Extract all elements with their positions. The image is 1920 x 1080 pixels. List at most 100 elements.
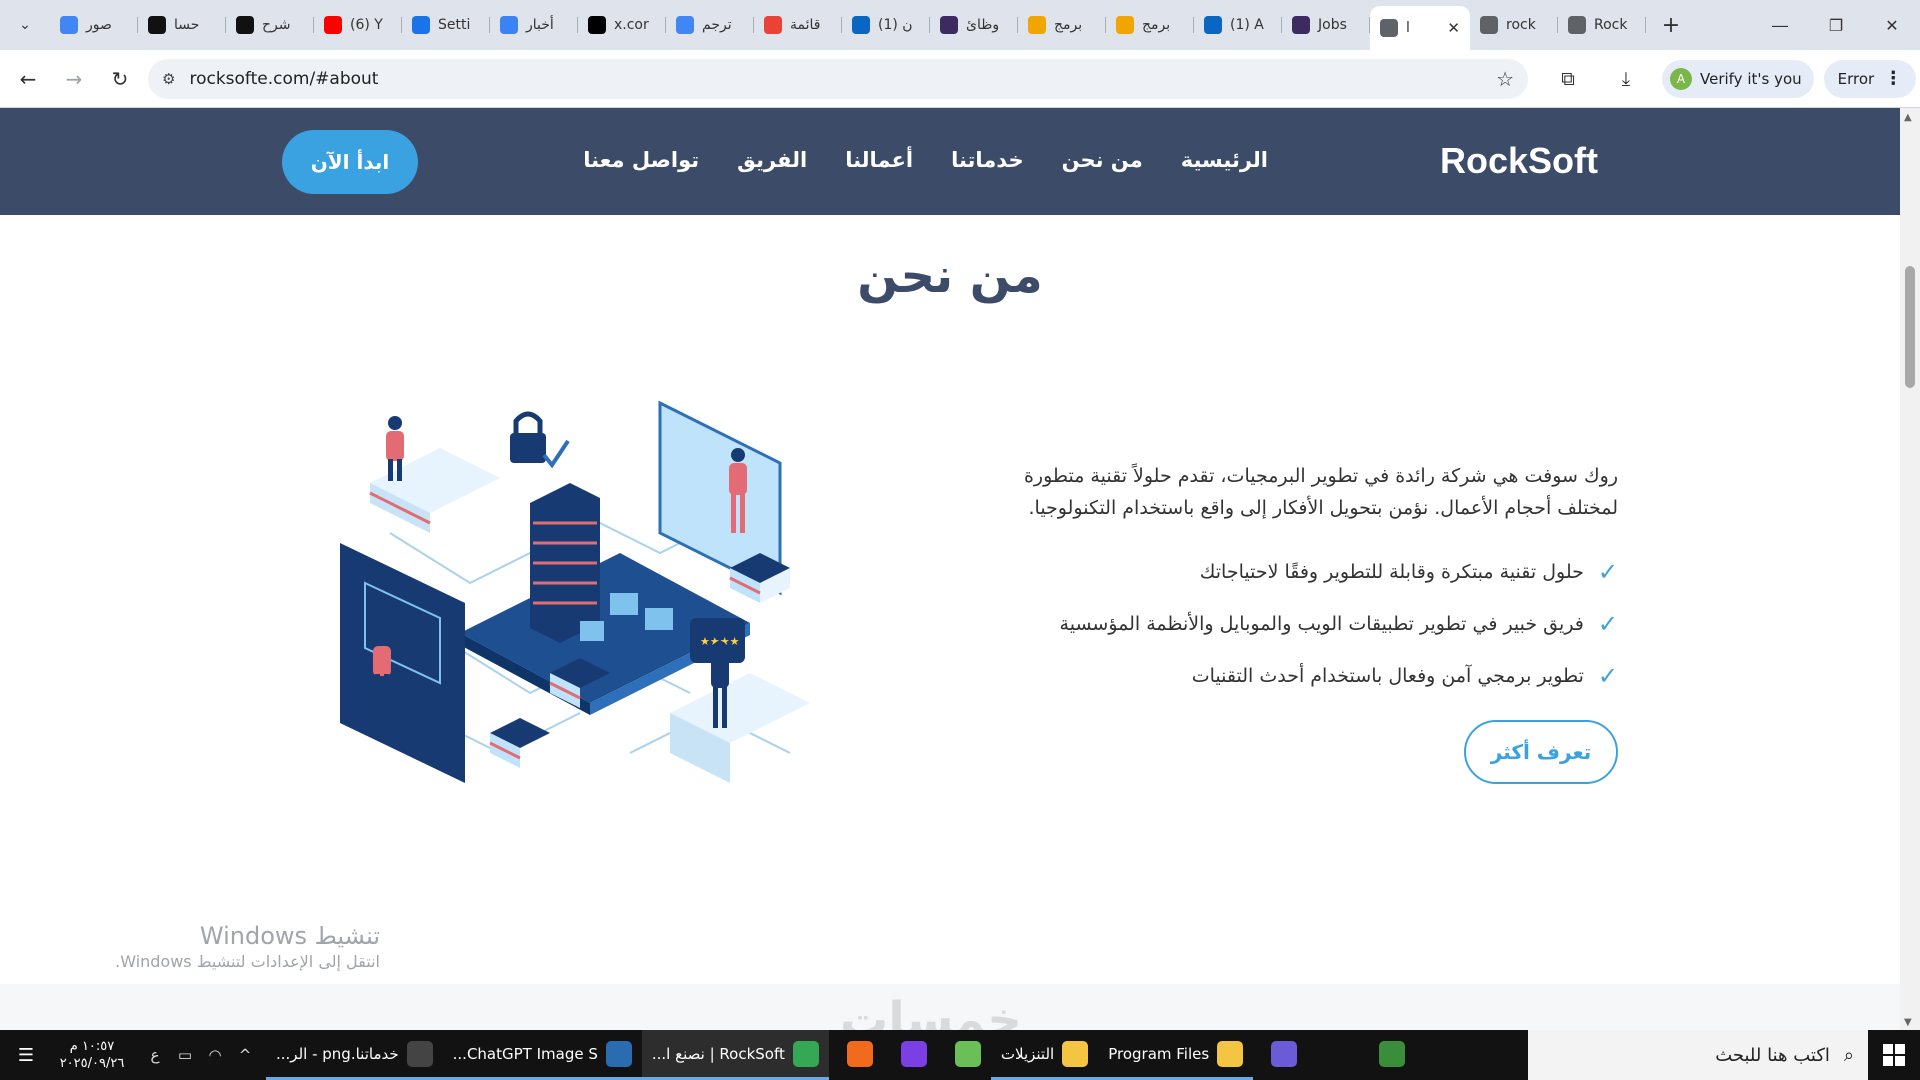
menu-item-about[interactable]: من نحن [1062,148,1143,172]
taskbar-app[interactable] [1307,1030,1361,1080]
tab-list: صور حسا شرح (6) Y Setti أخبار x.cor ترجم قائمة (1… [50,0,1646,50]
list-item: ✓ حلول تقنية مبتكرة وقابلة للتطوير وفقًا… [978,546,1618,598]
clock-time: ١٠:٥٧ م [69,1039,115,1054]
gmail-icon [764,16,782,34]
start-button[interactable] [1868,1030,1920,1080]
tab-label: حسا [174,17,200,33]
taskbar-app[interactable]: RockSoft | نصنع ا... [641,1030,829,1080]
tab-label: (1) ن [878,17,913,33]
list-item: ✓ تطوير برمجي آمن وفعال باستخدام أحدث ال… [978,650,1618,702]
page-scrollbar[interactable]: ▲ ▼ [1900,108,1920,1030]
scroll-up-arrow-icon[interactable]: ▲ [1904,112,1912,123]
reload-button[interactable]: ↻ [102,61,138,97]
minimize-button[interactable]: ― [1752,0,1808,50]
back-button[interactable]: ← [10,61,46,97]
input-language[interactable]: ع [140,1046,170,1064]
threads-icon [148,16,166,34]
error-menu-button[interactable]: Error ⋮ [1823,59,1917,98]
browser-tab[interactable]: (6) Y [314,7,402,43]
profile-verify-button[interactable]: A Verify it's you [1662,59,1814,98]
menu-item-home[interactable]: الرئيسية [1181,148,1268,172]
taskbar-app[interactable]: التنزيلات [990,1030,1099,1080]
menu-item-portfolio[interactable]: أعمالنا [845,148,913,172]
downloads-button[interactable]: ⤓ [1608,61,1644,97]
taskbar-app[interactable]: Program Files [1098,1030,1254,1080]
taskbar-app[interactable]: خدماتنا.png - الر... [266,1030,443,1080]
taskbar-app[interactable] [1253,1030,1307,1080]
browser-tab[interactable]: قائمة [754,7,842,43]
taskbar-app[interactable] [937,1030,991,1080]
taskbar-app[interactable]: ChatGPT Image S... [442,1030,642,1080]
taskbar-search[interactable]: ⌕ اكتب هنا للبحث [1528,1030,1868,1080]
tab-label: قائمة [790,17,821,33]
close-window-button[interactable]: ✕ [1864,0,1920,50]
tab-search-button[interactable]: ⌄ [8,8,42,42]
chevron-up-icon[interactable]: ^ [230,1046,260,1064]
forward-button[interactable]: → [56,61,92,97]
kebab-menu-icon: ⋮ [1884,68,1903,89]
tab-label: Setti [438,17,471,33]
browser-tab[interactable]: (1) ن [842,7,930,43]
browser-tab[interactable]: أخبار [490,7,578,43]
battery-icon[interactable]: ▭ [170,1046,200,1064]
browser-tab[interactable]: l ✕ [1370,6,1470,50]
clock[interactable]: ١٠:٥٧ م ٢٠٢٥/٠٩/٢٦ [44,1038,140,1072]
taskbar-app[interactable] [883,1030,937,1080]
menu-item-contact[interactable]: تواصل معنا [583,148,699,172]
taskbar-apps: خدماتنا.png - الر... ChatGPT Image S... Ro… [266,1030,1415,1080]
menu-item-services[interactable]: خدماتنا [951,148,1024,172]
chrome-icon [792,1040,819,1067]
browser-tab[interactable]: شرح [226,7,314,43]
search-placeholder: اكتب هنا للبحث [1715,1044,1830,1066]
taskbar-app[interactable] [1361,1030,1415,1080]
taskbar-app-label: خدماتنا.png - الر... [276,1044,399,1063]
taskbar-app-label: RockSoft | نصنع ا... [651,1044,785,1063]
start-now-button[interactable]: ابدأ الآن [282,130,418,194]
url-text[interactable]: rocksofte.com/#about [189,69,378,89]
browser-tab[interactable]: Rock [1558,7,1646,43]
menu-item-team[interactable]: الفريق [737,148,807,172]
address-bar[interactable]: ⚙ rocksofte.com/#about ☆ [148,58,1528,99]
notifications-icon[interactable]: ☰ [8,1045,44,1066]
site-navbar: RockSoft الرئيسية من نحن خدماتنا أعمالنا… [0,108,1900,215]
page-viewport: RockSoft الرئيسية من نحن خدماتنا أعمالنا… [0,108,1920,1030]
browser-tab[interactable]: (1) A [1194,7,1282,43]
site-logo[interactable]: RockSoft [1440,140,1598,182]
windows-taskbar: ☰ ١٠:٥٧ م ٢٠٢٥/٠٩/٢٦ ع ▭ ◠ ^ خدماتنا.png… [0,1030,1920,1080]
browser-tab[interactable]: rock [1470,7,1558,43]
paint-icon [406,1040,433,1067]
close-icon[interactable]: ✕ [1447,19,1460,37]
tab-label: (6) Y [350,17,383,33]
about-description: روك سوفت هي شركة رائدة في تطوير البرمجيا… [1023,465,1618,519]
browser-tab[interactable]: صور [50,7,138,43]
puzzle-icon: ⧉ [1561,67,1575,90]
learn-more-button[interactable]: تعرف أكثر [1464,720,1618,784]
taskbar-app[interactable] [829,1030,883,1080]
arrow-right-icon: → [65,66,83,91]
globe-icon [1568,16,1586,34]
settings-icon [412,16,430,34]
site-info-icon[interactable]: ⚙ [162,70,175,88]
check-icon: ✓ [1597,662,1618,690]
isometric-tech-illustration: ★★★★ [340,400,810,783]
linkedin-icon [1204,16,1222,34]
browser-tab[interactable]: وظائ [930,7,1018,43]
browser-tab[interactable]: برمج [1018,7,1106,43]
scroll-down-arrow-icon[interactable]: ▼ [1904,1017,1912,1028]
browser-tab[interactable]: ترجم [666,7,754,43]
new-tab-button[interactable]: + [1656,10,1686,40]
arrow-left-icon: ← [19,66,37,91]
browser-tab[interactable]: Setti [402,7,490,43]
browser-tab[interactable]: حسا [138,7,226,43]
scrollbar-thumb[interactable] [1905,266,1915,388]
tab-label: (1) A [1230,17,1264,33]
browser-tab[interactable]: Jobs [1282,7,1370,43]
browser-tab[interactable]: x.cor [578,7,666,43]
wifi-icon[interactable]: ◠ [200,1046,230,1064]
extensions-button[interactable]: ⧉ [1550,61,1586,97]
browser-tab[interactable]: برمج [1106,7,1194,43]
clock-date: ٢٠٢٥/٠٩/٢٦ [59,1056,125,1071]
window-controls: ― ❐ ✕ [1752,0,1920,50]
maximize-button[interactable]: ❐ [1808,0,1864,50]
bookmark-star-icon[interactable]: ☆ [1496,67,1514,91]
